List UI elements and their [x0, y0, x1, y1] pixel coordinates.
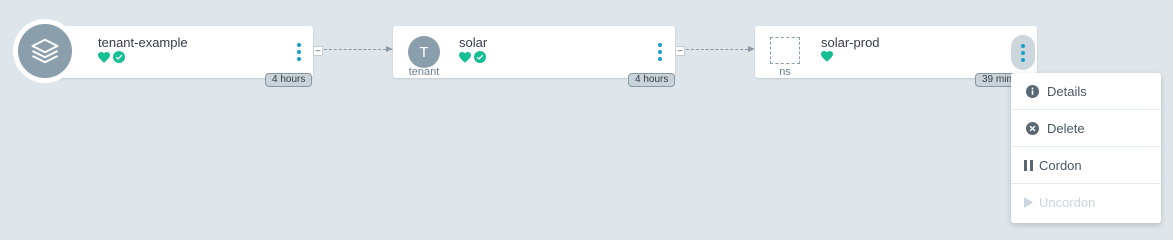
- node-status: [821, 51, 833, 62]
- node-title: solar-prod: [821, 35, 880, 50]
- node-context-menu: Details Delete Cordon Uncordon: [1011, 73, 1161, 223]
- close-circle-icon: [1025, 121, 1039, 135]
- play-icon: [1023, 196, 1033, 210]
- menu-item-label: Uncordon: [1039, 195, 1096, 210]
- pause-icon: [1023, 158, 1033, 172]
- heart-icon: [98, 51, 110, 63]
- resource-node-solar-prod[interactable]: ns solar-prod: [755, 26, 1037, 78]
- menu-item-details[interactable]: Details: [1011, 73, 1161, 110]
- resource-node-solar[interactable]: T tenant solar: [393, 26, 675, 78]
- node-status: [98, 51, 125, 63]
- menu-item-cordon[interactable]: Cordon: [1011, 147, 1161, 184]
- node-age-badge: 4 hours: [265, 73, 313, 87]
- node-actions-button[interactable]: [287, 36, 311, 68]
- tenant-letter: T: [419, 43, 429, 61]
- node-title: solar: [459, 35, 488, 50]
- resource-node-tenant-example[interactable]: tenant-example: [38, 26, 313, 78]
- node-actions-button[interactable]: [1011, 35, 1035, 70]
- node-kind: tenant: [408, 66, 440, 78]
- node-actions-button[interactable]: [648, 36, 672, 68]
- info-icon: [1025, 84, 1039, 98]
- edge-1-arrow: [386, 46, 393, 52]
- check-circle-icon: [113, 51, 125, 63]
- namespace-icon: [770, 37, 800, 64]
- menu-item-label: Cordon: [1039, 157, 1082, 173]
- collapse-toggle[interactable]: –: [675, 46, 685, 56]
- collapse-toggle[interactable]: –: [313, 46, 323, 56]
- menu-item-delete[interactable]: Delete: [1011, 110, 1161, 147]
- node-icon: [13, 19, 77, 83]
- menu-item-uncordon[interactable]: Uncordon: [1011, 184, 1161, 221]
- node-title: tenant-example: [98, 35, 188, 50]
- node-kind: ns: [779, 66, 791, 78]
- node-age-badge: 4 hours: [628, 73, 676, 87]
- heart-icon: [459, 51, 471, 63]
- edge-2-arrow: [748, 46, 755, 52]
- heart-icon: [821, 51, 833, 62]
- edge-2: [686, 49, 748, 50]
- menu-item-label: Details: [1047, 83, 1087, 99]
- layers-icon: [31, 38, 59, 64]
- check-circle-icon: [474, 51, 486, 63]
- menu-item-label: Delete: [1047, 120, 1085, 136]
- tenant-letter-icon: T: [408, 36, 440, 68]
- edge-1: [324, 49, 386, 50]
- node-status: [459, 51, 486, 63]
